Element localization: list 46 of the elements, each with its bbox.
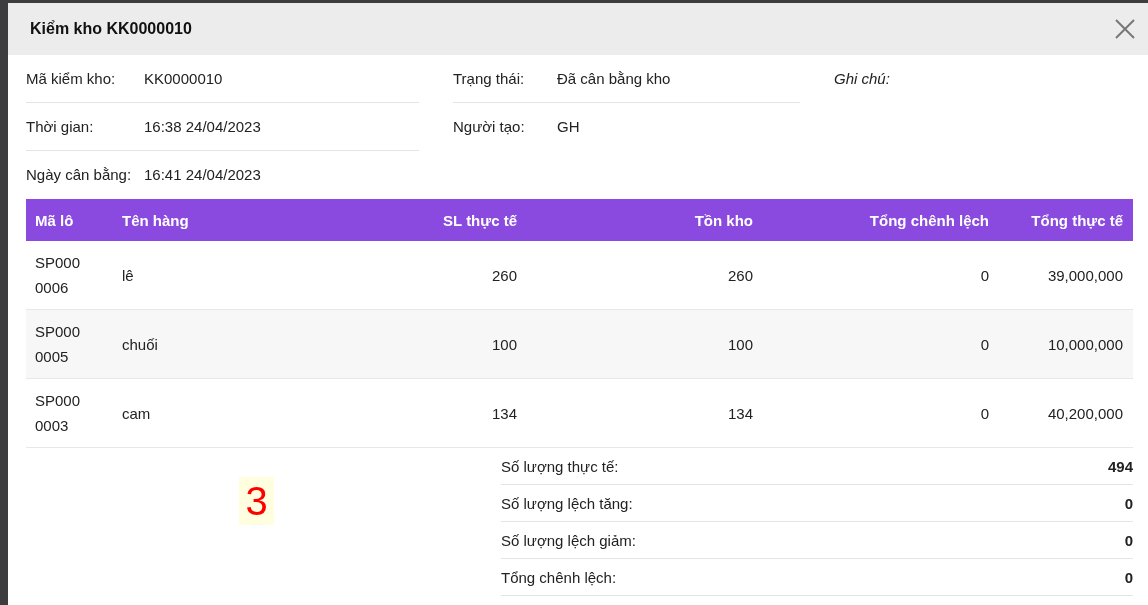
table-cell: cam	[113, 378, 288, 448]
field-value: GH	[557, 118, 580, 135]
column-header: SL thực tế	[288, 199, 527, 241]
column-header: Tổng chênh lệch	[763, 199, 999, 241]
field-label: Trạng thái:	[453, 70, 526, 87]
table-cell: 260	[288, 241, 527, 310]
table-cell: chuối	[113, 309, 288, 379]
field-label: Người tạo:	[453, 118, 526, 135]
table-cell: 0	[763, 241, 999, 310]
table-cell: 0	[763, 378, 999, 448]
summary-label: Số lượng thực tế:	[501, 457, 619, 475]
field-value: Đã cân bằng kho	[557, 70, 671, 87]
table-cell: 100	[288, 309, 527, 379]
close-icon[interactable]	[1114, 18, 1136, 40]
table-cell: 260	[527, 241, 763, 310]
field-label: Thời gian:	[26, 118, 95, 135]
summary-value: 0	[1124, 494, 1133, 512]
field-label: Ngày cân bằng:	[26, 166, 133, 183]
field-value: 16:41 24/04/2023	[144, 166, 261, 183]
summary-label: Số lượng lệch giảm:	[501, 531, 636, 549]
table-cell: 100	[527, 309, 763, 379]
table-cell: lê	[113, 241, 288, 310]
number-label: 3	[239, 477, 274, 525]
column-header: Mã lô	[26, 199, 113, 241]
summary-label: Số lượng lệch tăng:	[501, 494, 633, 512]
summary-label: Tổng chênh lệch:	[501, 568, 617, 586]
table-cell: SP0000003	[26, 378, 113, 448]
summary-value: 494	[1107, 457, 1133, 475]
table-cell: 134	[288, 378, 527, 448]
summary-value: 0	[1124, 531, 1133, 549]
table-cell: 39,000,000	[999, 241, 1133, 310]
field-label: Mã kiểm kho:	[26, 70, 117, 87]
table-cell: 134	[527, 378, 763, 448]
dialog-title: Kiểm kho KK0000010	[30, 20, 192, 38]
column-header: Tồn kho	[527, 199, 763, 241]
field-label: Ghi chú:	[834, 70, 890, 87]
column-header: Tên hàng	[113, 199, 288, 241]
table-cell: 40,200,000	[999, 378, 1133, 448]
summary-value: 0	[1124, 568, 1133, 586]
table-cell: SP0000006	[26, 241, 113, 310]
field-value: KK0000010	[144, 70, 223, 87]
field-value: 16:38 24/04/2023	[144, 118, 261, 135]
table-cell: 10,000,000	[999, 309, 1133, 379]
table-cell: 0	[763, 309, 999, 379]
table-cell: SP0000005	[26, 309, 113, 379]
column-header: Tổng thực tế	[999, 199, 1133, 241]
